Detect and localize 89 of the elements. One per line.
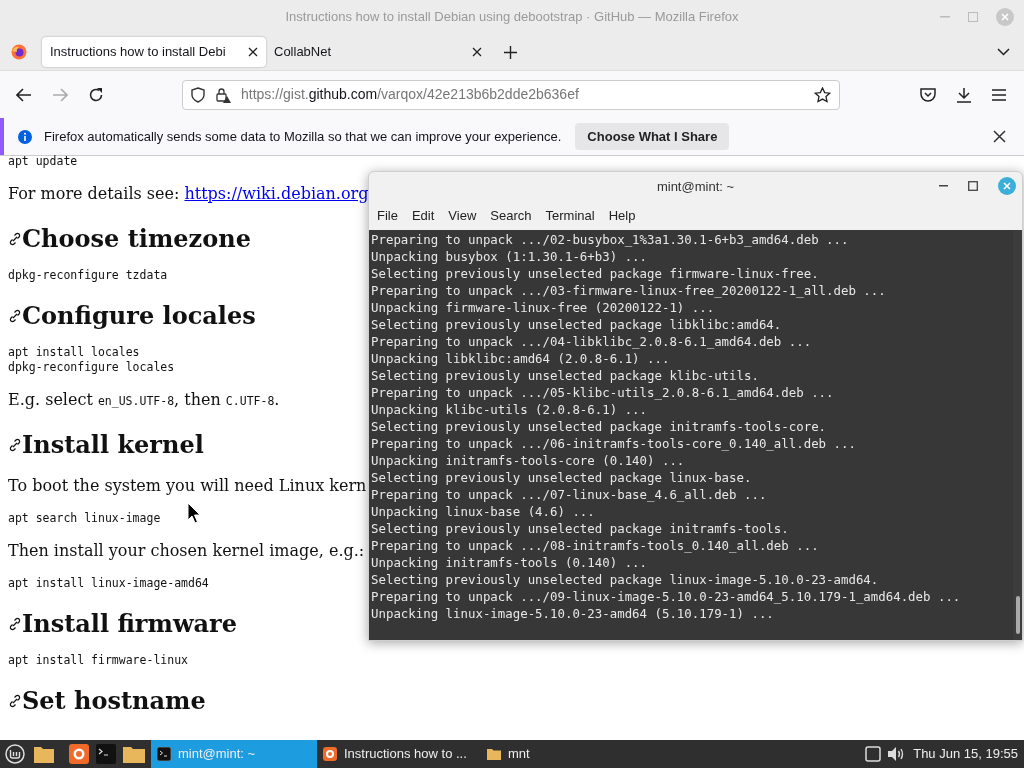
menu-icon[interactable] <box>992 88 1006 101</box>
terminal-line: Unpacking klibc-utils (2.0.8-6.1) ... <box>371 401 648 418</box>
lock-warning-icon[interactable] <box>215 86 231 103</box>
terminal-line: Selecting previously unselected package initramfs-tools-core. <box>371 418 828 435</box>
link-icon[interactable] <box>8 438 22 452</box>
code-text: apt install locales dpkg-reconfigure locales <box>8 345 175 375</box>
terminal-line: Unpacking firmware-linux-free (20200122-1) ... <box>371 299 716 316</box>
section-heading: Install firmware <box>22 609 238 639</box>
terminal-line: Unpacking busybox (1:1.30.1-6+b3) ... <box>371 248 648 265</box>
download-icon[interactable] <box>956 86 972 103</box>
terminal-line: Unpacking linux-base (4.6) ... <box>371 503 596 520</box>
link[interactable]: https://wiki.debian.org <box>184 184 369 203</box>
chevron-icon[interactable] <box>997 48 1010 56</box>
pocket-icon[interactable] <box>920 87 936 102</box>
terminal-line: Preparing to unpack .../07-linux-base_4.6_all.deb ... <box>371 486 768 503</box>
choose-what-i-share-button[interactable]: Choose What I Share <box>575 123 730 150</box>
terminal-line: Preparing to unpack .../08-initramfs-tools_0.140_all.deb ... <box>371 537 820 554</box>
firefox-icon <box>323 747 337 761</box>
window-title: Instructions how to install Debian using debootstrap · GitHub — Mozilla Firefox <box>285 8 739 27</box>
section-heading: Configure locales <box>22 301 256 331</box>
code-text: apt search linux-image <box>8 511 161 526</box>
terminal-line: Unpacking linux-image-5.10.0-23-amd64 (5.10.179-1) ... <box>371 605 775 622</box>
terminal-line: Selecting previously unselected package linux-base. <box>371 469 753 486</box>
firefox-icon[interactable] <box>69 744 89 764</box>
info-icon <box>18 129 32 144</box>
terminal-line: Unpacking initramfs-tools-core (0.140) ... <box>371 452 686 469</box>
code-text: dpkg-reconfigure tzdata <box>8 268 168 283</box>
start-menu-icon[interactable] <box>5 744 25 764</box>
terminal-line: Preparing to unpack .../06-initramfs-tools-core_0.140_all.deb ... <box>371 435 857 452</box>
link-icon[interactable] <box>8 617 22 631</box>
terminal-line: Selecting previously unselected package initramfs-tools. <box>371 520 790 537</box>
terminal-icon <box>157 747 171 761</box>
close-icon[interactable] <box>993 130 1006 143</box>
terminal-line: Preparing to unpack .../03-firmware-linux-free_20200122-1_all.deb ... <box>371 282 887 299</box>
terminal-title: mint@mint: ~ <box>656 178 735 197</box>
minimize-icon[interactable] <box>939 185 948 187</box>
section-heading: Install kernel <box>22 430 204 460</box>
back-icon[interactable] <box>16 87 32 102</box>
terminal-line: Preparing to unpack .../05-klibc-utils_2.0.8-6.1_amd64.deb ... <box>371 384 835 401</box>
url-text: https://gist.github.com/varqox/42e213b6b2dde2b636ef <box>241 85 579 104</box>
menu-item[interactable]: Terminal <box>540 206 600 226</box>
reload-icon[interactable] <box>88 86 104 103</box>
terminal-line: Preparing to unpack .../02-busybox_1%3a1.30.1-6+b3_amd64.deb ... <box>371 231 850 248</box>
section-heading: Choose timezone <box>22 224 251 254</box>
window-list-icon[interactable] <box>865 746 882 762</box>
menu-item[interactable]: View <box>443 206 482 226</box>
shield-icon[interactable] <box>191 86 205 103</box>
paragraph: For more details see: <box>8 184 181 203</box>
paragraph: To boot the system you will need Linux kern <box>8 475 368 497</box>
paragraph: E.g. select en_US.UTF-8, then C.UTF-8. <box>8 389 281 411</box>
browser-tab[interactable]: Instructions how to install Debi <box>42 37 266 67</box>
close-tab-icon[interactable] <box>248 47 258 57</box>
browser-tab[interactable]: CollabNet <box>266 37 490 67</box>
link-icon[interactable] <box>8 694 22 708</box>
menu-item[interactable]: Edit <box>406 206 440 226</box>
terminal-line: Selecting previously unselected package linux-image-5.10.0-23-amd64. <box>371 571 880 588</box>
terminal-line: Preparing to unpack .../09-linux-image-5.10.0-23-amd64_5.10.179-1_amd64.deb ... <box>371 588 962 605</box>
terminal-line: Preparing to unpack .../04-libklibc_2.0.8-6.1_amd64.deb ... <box>371 333 813 350</box>
terminal-line: Unpacking initramfs-tools (0.140) ... <box>371 554 648 571</box>
folder-icon[interactable] <box>34 745 54 763</box>
notification-message: Firefox automatically sends some data to Mozilla so that we can improve your experience. <box>44 127 562 146</box>
menu-item[interactable]: Search <box>485 206 537 226</box>
terminal-line: Selecting previously unselected package klibc-utils. <box>371 367 760 384</box>
link-icon[interactable] <box>8 232 22 246</box>
terminal-line: Selecting previously unselected package libklibc:amd64. <box>371 316 783 333</box>
terminal-icon[interactable] <box>96 744 116 764</box>
folder-icon[interactable] <box>123 745 145 763</box>
bookmark-star-icon[interactable] <box>814 86 831 103</box>
paragraph: Then install your chosen kernel image, e.g.: <box>8 540 366 562</box>
clock[interactable]: Thu Jun 15, 19:55 <box>913 744 1018 764</box>
scrollbar-thumb[interactable] <box>1015 596 1020 634</box>
address-bar[interactable]: https://gist.github.com/varqox/42e213b6b2dde2b636ef <box>182 79 840 110</box>
menu-item[interactable]: File <box>372 206 403 226</box>
section-heading: Set hostname <box>22 686 206 716</box>
maximize-icon[interactable] <box>968 181 978 191</box>
code-text: apt install linux-image-amd64 <box>8 576 209 591</box>
terminal-line: Unpacking libklibc:amd64 (2.0.8-6.1) ... <box>371 350 671 367</box>
close-tab-icon[interactable] <box>472 47 482 57</box>
folder-icon <box>487 747 501 761</box>
code-text: apt install firmware-linux <box>8 653 188 668</box>
taskbar-window-button[interactable]: Instructions how to ... <box>317 740 481 768</box>
firefox-icon[interactable] <box>11 44 27 60</box>
new-tab-icon[interactable] <box>504 45 517 59</box>
volume-icon[interactable] <box>887 746 906 762</box>
menu-item[interactable]: Help <box>603 206 641 226</box>
code-text: apt update <box>8 155 78 169</box>
taskbar-window-button[interactable]: mnt <box>481 740 581 768</box>
link-icon[interactable] <box>8 309 22 323</box>
terminal-line: Selecting previously unselected package firmware-linux-free. <box>371 265 820 282</box>
